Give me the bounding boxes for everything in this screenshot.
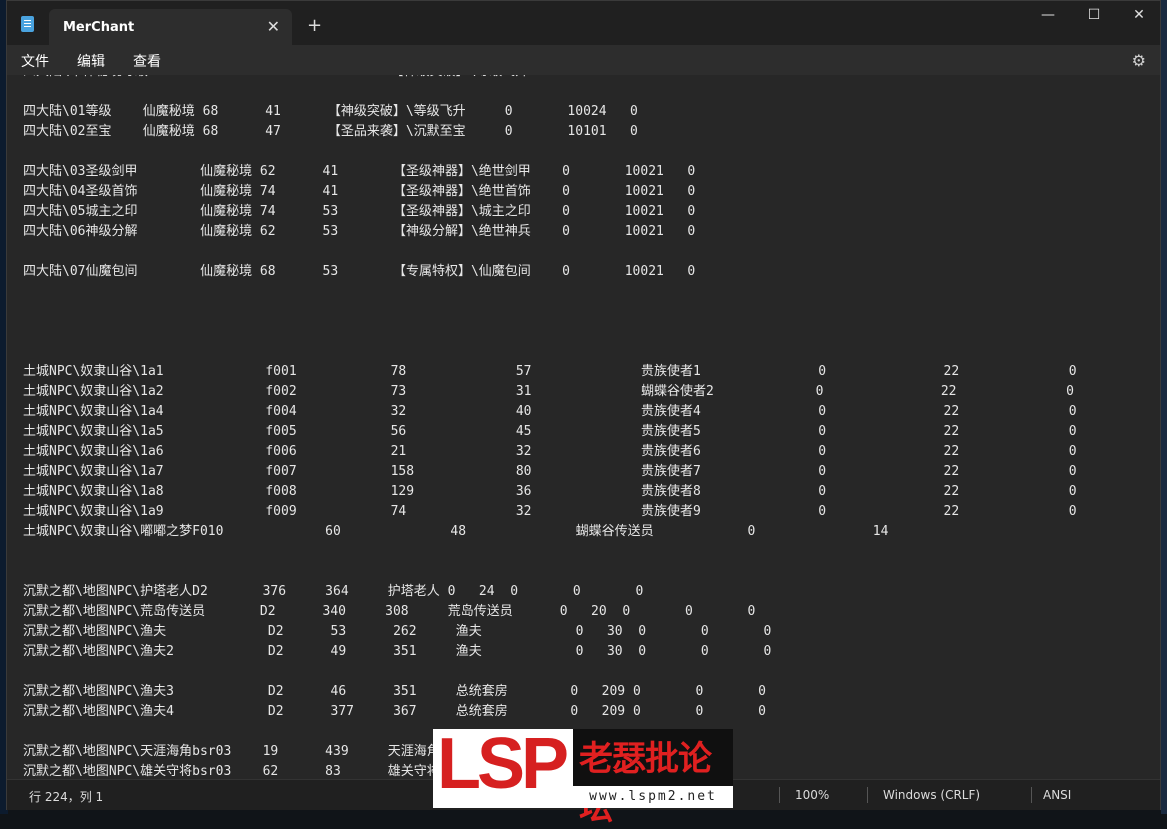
menu-bar: 文件 编辑 查看 ⚙: [7, 45, 1160, 75]
watermark-url: www.lspm2.net: [573, 786, 733, 808]
line-ending[interactable]: Windows (CRLF): [883, 788, 980, 802]
editor-line: 土城NPC\奴隶山谷\1a8 f008 129 36 贵族使者8 0 22 0: [23, 484, 1077, 499]
close-button[interactable]: ✕: [1116, 7, 1162, 27]
settings-gear-icon[interactable]: ⚙: [1132, 51, 1146, 70]
editor-line: 四大陆\06神级分解 仙魔秘境 62 53 【神级分解】\绝世神兵 0 1002…: [23, 224, 696, 239]
watermark-cn-text: 老瑟批论坛: [579, 739, 712, 828]
tab-title: MerChant: [63, 20, 135, 35]
notepad-window: MerChant ✕ + — ☐ ✕ 文件 编辑 查看 ⚙ 四大陆\卓伸秘境寻级…: [6, 0, 1161, 810]
watermark-logo-text: LSP: [437, 724, 569, 804]
tab-merchant[interactable]: MerChant ✕: [49, 9, 292, 45]
maximize-button[interactable]: ☐: [1071, 7, 1117, 27]
notepad-icon: [21, 16, 34, 32]
editor-line: 四大陆\07仙魔包间 仙魔秘境 68 53 【专属特权】\仙魔包间 0 1002…: [23, 264, 696, 279]
editor-line: 四大陆\05城主之印 仙魔秘境 74 53 【圣级神器】\城主之印 0 1002…: [23, 204, 696, 219]
status-divider: [867, 787, 868, 803]
editor-line: 土城NPC\奴隶山谷\1a6 f006 21 32 贵族使者6 0 22 0: [23, 444, 1077, 459]
editor-line: 沉默之都\地图NPC\荒岛传送员 D2 340 308 荒岛传送员 0 20 0…: [23, 604, 756, 619]
editor-line: 沉默之都\地图NPC\渔夫 D2 53 262 渔夫 0 30 0 0 0: [23, 624, 772, 639]
editor-line: 土城NPC\奴隶山谷\1a5 f005 56 45 贵族使者5 0 22 0: [23, 424, 1077, 439]
editor-line: 四大陆\04圣级首饰 仙魔秘境 74 41 【圣级神器】\绝世首饰 0 1002…: [23, 184, 696, 199]
editor-line: 沉默之都\地图NPC\渔夫3 D2 46 351 总统套房 0 209 0 0 …: [23, 684, 766, 699]
editor-line: 土城NPC\奴隶山谷\1a9 f009 74 32 贵族使者9 0 22 0: [23, 504, 1077, 519]
watermark-logo: LSP 老瑟批论坛 www.lspm2.net: [433, 724, 733, 828]
editor-line: 四大陆\02至宝 仙魔秘境 68 47 【圣品来袭】\沉默至宝 0 10101 …: [23, 124, 638, 139]
new-tab-button[interactable]: +: [307, 15, 322, 36]
editor-line: 四大陆\01等级 仙魔秘境 68 41 【神级突破】\等级飞升 0 10024 …: [23, 104, 638, 119]
status-divider: [1031, 787, 1032, 803]
editor-line: 四大陆\卓伸秘境寻级 Dsad3 62 51 【神级突破】\等级飞升 0 100…: [23, 75, 1077, 82]
cursor-position: 行 224，列 1: [29, 790, 104, 804]
editor-line: 沉默之都\地图NPC\护塔老人D2 376 364 护塔老人 0 24 0 0 …: [23, 584, 644, 599]
editor-line: 土城NPC\奴隶山谷\1a4 f004 32 40 贵族使者4 0 22 0: [23, 404, 1077, 419]
watermark-text-box: 老瑟批论坛 www.lspm2.net: [573, 729, 733, 828]
editor-line: 沉默之都\地图NPC\渔夫4 D2 377 367 总统套房 0 209 0 0…: [23, 704, 766, 719]
tab-close-icon[interactable]: ✕: [267, 17, 280, 36]
editor-line: 土城NPC\奴隶山谷\1a1 f001 78 57 贵族使者1 0 22 0: [23, 364, 1077, 379]
desktop-background-right: [1161, 0, 1167, 814]
minimize-button[interactable]: —: [1025, 7, 1071, 27]
text-editor-area[interactable]: 四大陆\卓伸秘境寻级 Dsad3 62 51 【神级突破】\等级飞升 0 100…: [7, 75, 1152, 779]
editor-line: 四大陆\03圣级剑甲 仙魔秘境 62 41 【圣级神器】\绝世剑甲 0 1002…: [23, 164, 696, 179]
menu-view[interactable]: 查看: [133, 51, 161, 71]
menu-file[interactable]: 文件: [21, 51, 49, 71]
editor-lines: 四大陆\卓伸秘境寻级 Dsad3 62 51 【神级突破】\等级飞升 0 100…: [23, 75, 1077, 779]
encoding[interactable]: ANSI: [1043, 788, 1071, 802]
vertical-scrollbar[interactable]: [1150, 75, 1160, 779]
editor-line: 土城NPC\奴隶山谷\1a2 f002 73 31 蝴蝶谷使者2 0 22 0: [23, 384, 1074, 399]
status-divider: [779, 787, 780, 803]
editor-line: 土城NPC\奴隶山谷\嘟嘟之梦F010 60 48 蝴蝶谷传送员 0 14: [23, 524, 889, 539]
zoom-level[interactable]: 100%: [795, 788, 829, 802]
watermark-logo-box: LSP: [433, 724, 573, 808]
title-bar[interactable]: MerChant ✕ + — ☐ ✕: [7, 1, 1160, 45]
editor-line: 沉默之都\地图NPC\渔夫2 D2 49 351 渔夫 0 30 0 0 0: [23, 644, 772, 659]
menu-edit[interactable]: 编辑: [77, 51, 105, 71]
editor-line: 土城NPC\奴隶山谷\1a7 f007 158 80 贵族使者7 0 22 0: [23, 464, 1077, 479]
